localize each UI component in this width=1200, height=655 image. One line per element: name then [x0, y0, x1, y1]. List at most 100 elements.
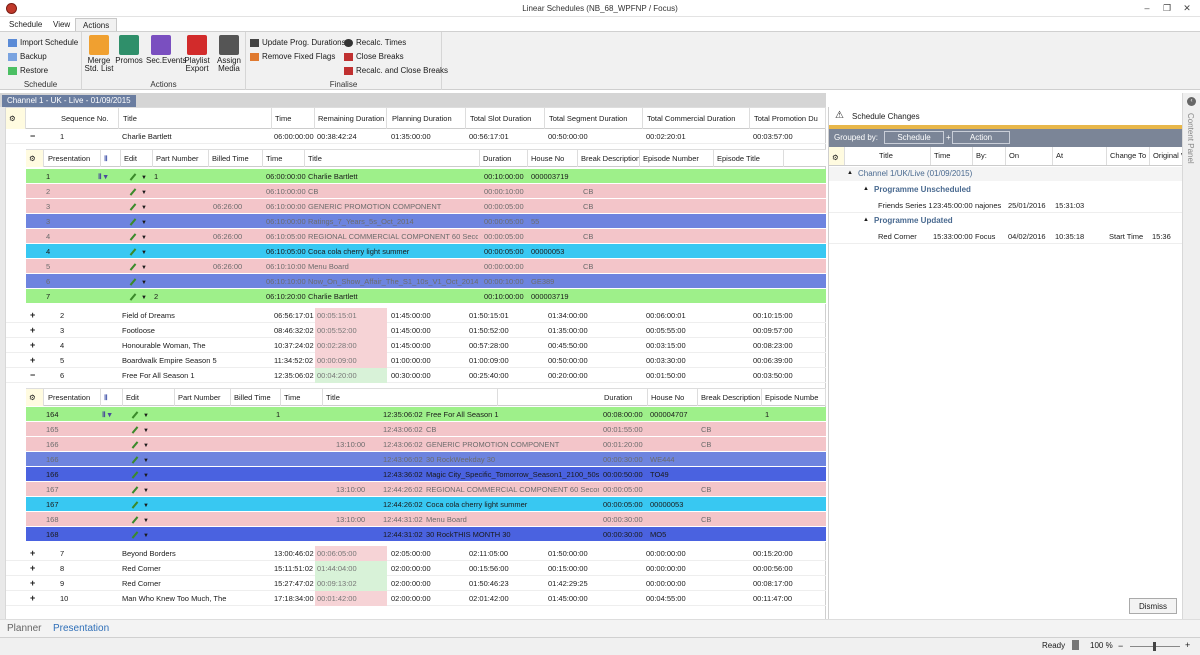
edit-pencil-icon[interactable]: ▼ — [129, 422, 159, 437]
change-group-row[interactable]: ▲ Programme Unscheduled — [829, 183, 1183, 197]
sub-column-header[interactable]: Billed Time — [209, 150, 263, 167]
dismiss-button[interactable]: Dismiss — [1129, 598, 1177, 614]
programme-row[interactable]: +3 Footloose 08:46:32:02 00:05:52:00 01:45:0… — [6, 323, 826, 338]
changes-settings-icon[interactable]: ⚙ — [829, 147, 845, 165]
update-prog-durations-button[interactable]: Update Prog. Durations — [250, 37, 346, 49]
expander-icon[interactable]: + — [30, 591, 35, 606]
channel-group-row[interactable]: ▲ Channel 1/UK/Live (01/09/2015) — [829, 167, 1183, 181]
group-chip-schedule[interactable]: Schedule — [884, 131, 944, 144]
content-panel-label[interactable]: Content Panel — [1186, 113, 1195, 164]
change-row[interactable]: Red Corner 15:33:00:00 Focus 04/02/2016 10:3… — [829, 229, 1183, 244]
sub-column-header[interactable]: Duration — [601, 389, 648, 406]
sub-column-header[interactable]: Part Number — [175, 389, 231, 406]
edit-pencil-icon[interactable]: ▼ — [129, 482, 159, 497]
document-tab-channel[interactable]: Channel 1 - UK - Live - 01/09/2015 — [2, 95, 136, 107]
edit-pencil-icon[interactable]: ▼ — [129, 512, 159, 527]
recalc-times-button[interactable]: Recalc. Times — [344, 37, 406, 49]
event-row[interactable]: 165 ▼ 12:43:06:02 CB 00:01:55:00 CB — [26, 422, 826, 437]
group-chip-action[interactable]: Action — [952, 131, 1010, 144]
columns-icon[interactable]: Ⅱ ▾ — [96, 169, 118, 184]
sub-column-header[interactable]: Duration — [480, 150, 528, 167]
event-row[interactable]: 168 ▼ 13:10:00 12:44:31:02 Menu Board 00:00:3… — [26, 512, 826, 527]
changes-column-header[interactable]: Original Value — [1150, 147, 1183, 165]
event-row[interactable]: 4 ▼ 06:10:05:00 Coca cola cherry light summ… — [26, 244, 826, 259]
column-header-2[interactable]: Time — [272, 108, 315, 129]
zoom-out-icon[interactable]: − — [1118, 641, 1123, 651]
event-row[interactable]: 168 ▼ 12:44:31:02 30 RockTHIS MONTH 30 00:00… — [26, 527, 826, 542]
zoom-in-icon[interactable]: + — [1185, 640, 1190, 650]
event-row[interactable]: 7 ▼ 2 06:10:20:00 Charlie Bartlett 00:10:00:0… — [26, 289, 826, 304]
event-row[interactable]: 166 ▼ 12:43:36:02 Magic City_Specific_Tomor… — [26, 467, 826, 482]
event-row[interactable]: 3 ▼ 06:26:00 06:10:00:00 GENERIC PROMOTION C… — [26, 199, 826, 214]
change-row[interactable]: Friends Series 1 23:45:00:00 najones 25/01/… — [829, 198, 1183, 213]
sub-column-header[interactable]: Billed Time — [231, 389, 281, 406]
recalc-close-breaks-button[interactable]: Recalc. and Close Breaks — [344, 65, 448, 77]
sub-column-header[interactable]: House No — [648, 389, 698, 406]
event-row[interactable]: 167 ▼ 12:44:26:02 Coca cola cherry light su… — [26, 497, 826, 512]
grid-settings-icon[interactable]: ⚙ — [6, 108, 26, 129]
event-row[interactable]: 166 ▼ 12:43:06:02 30 RockWeekday 30 00:00:30… — [26, 452, 826, 467]
sub-column-header[interactable]: House No — [528, 150, 578, 167]
close-button[interactable]: ✕ — [1180, 2, 1194, 14]
change-group-row[interactable]: ▲ Programme Updated — [829, 214, 1183, 228]
sub-column-header[interactable]: Title — [323, 389, 498, 406]
sub-column-header[interactable]: Episode Numbe — [762, 389, 826, 406]
column-header-0[interactable]: Sequence No. — [58, 108, 119, 129]
column-header-7[interactable]: Total Commercial Duration — [644, 108, 750, 129]
zoom-slider-thumb[interactable] — [1153, 642, 1156, 651]
column-header-6[interactable]: Total Segment Duration — [546, 108, 643, 129]
column-header-4[interactable]: Planning Duration — [389, 108, 466, 129]
promos-button[interactable]: Promos — [114, 35, 144, 65]
programme-row[interactable]: +10 Man Who Knew Too Much, The 17:18:34:00… — [6, 591, 826, 606]
sub-column-header[interactable]: Edit — [121, 150, 153, 167]
changes-column-header[interactable]: Title — [876, 147, 931, 165]
changes-column-header[interactable]: Change To — [1107, 147, 1150, 165]
changes-column-header[interactable]: Time — [931, 147, 973, 165]
expander-icon[interactable]: + — [30, 338, 35, 353]
event-row[interactable]: 4 ▼ 06:26:00 06:10:05:00 REGIONAL COMMERCIAL… — [26, 229, 826, 244]
minimize-button[interactable]: – — [1140, 2, 1154, 14]
expander-icon[interactable]: + — [30, 576, 35, 591]
tab-presentation[interactable]: Presentation — [53, 623, 109, 634]
edit-pencil-icon[interactable]: ▼ — [129, 407, 159, 422]
columns-icon[interactable]: Ⅱ — [101, 150, 121, 167]
tab-planner[interactable]: Planner — [7, 623, 41, 634]
menu-tab-schedule[interactable]: Schedule — [2, 18, 49, 32]
sub-grid-settings-icon[interactable]: ⚙ — [26, 150, 44, 167]
sub-column-header[interactable]: Break Description — [578, 150, 640, 167]
sub-column-header[interactable]: Episode Number — [640, 150, 714, 167]
event-row[interactable]: 2 ▼ 06:10:00:00 CB 00:00:10:00 CB — [26, 184, 826, 199]
remove-fixed-flags-button[interactable]: Remove Fixed Flags — [250, 51, 335, 63]
programme-row[interactable]: +4 Honourable Woman, The 10:37:24:02 00:02:… — [6, 338, 826, 353]
sub-column-header[interactable]: Part Number — [153, 150, 209, 167]
programme-row[interactable]: +7 Beyond Borders 13:00:46:02 00:06:05:00 02… — [6, 546, 826, 561]
column-header-3[interactable]: Remaining Duration — [315, 108, 387, 129]
menu-tab-actions[interactable]: Actions — [75, 18, 118, 32]
event-row[interactable]: 167 ▼ 13:10:00 12:44:26:02 REGIONAL COMMERCI… — [26, 482, 826, 497]
import-schedule-button[interactable]: Import Schedule — [8, 37, 78, 49]
programme-row[interactable]: − 6 Free For All Season 1 12:35:06:02 00:04:… — [6, 368, 826, 383]
expander-icon[interactable]: − — [30, 129, 35, 144]
edit-pencil-icon[interactable]: ▼ — [129, 452, 159, 467]
restore-schedule-button[interactable]: Restore — [8, 65, 48, 77]
columns-icon[interactable]: Ⅱ ▾ — [100, 407, 122, 422]
column-header-5[interactable]: Total Slot Duration — [467, 108, 545, 129]
sub-column-header[interactable]: Time — [263, 150, 305, 167]
programme-row[interactable]: +8 Red Corner 15:11:51:02 01:44:04:00 02:00:… — [6, 561, 826, 576]
programme-row[interactable]: +9 Red Corner 15:27:47:02 00:09:13:02 02:00:… — [6, 576, 826, 591]
sub-column-header[interactable]: Presentation — [45, 150, 101, 167]
event-row[interactable]: 6 ▼ 06:10:10:00 Now_On_Show_Affair_The_S1_1… — [26, 274, 826, 289]
column-header-1[interactable]: Title — [120, 108, 272, 129]
merge-std-list-button[interactable]: Merge Std. List — [84, 35, 114, 73]
edit-pencil-icon[interactable]: ▼ — [129, 497, 159, 512]
expander-icon[interactable]: + — [30, 308, 35, 323]
event-row[interactable]: 5 ▼ 06:26:00 06:10:10:00 Menu Board 00:00:00:… — [26, 259, 826, 274]
assign-media-button[interactable]: Assign Media — [214, 35, 244, 73]
changes-column-header[interactable]: By: — [973, 147, 1006, 165]
edit-pencil-icon[interactable]: ▼ — [129, 467, 159, 482]
changes-column-header[interactable]: At — [1053, 147, 1107, 165]
close-breaks-button[interactable]: Close Breaks — [344, 51, 404, 63]
sec-events-button[interactable]: Sec.Events — [146, 35, 186, 65]
expander-icon[interactable]: + — [30, 323, 35, 338]
backup-button[interactable]: Backup — [8, 51, 47, 63]
